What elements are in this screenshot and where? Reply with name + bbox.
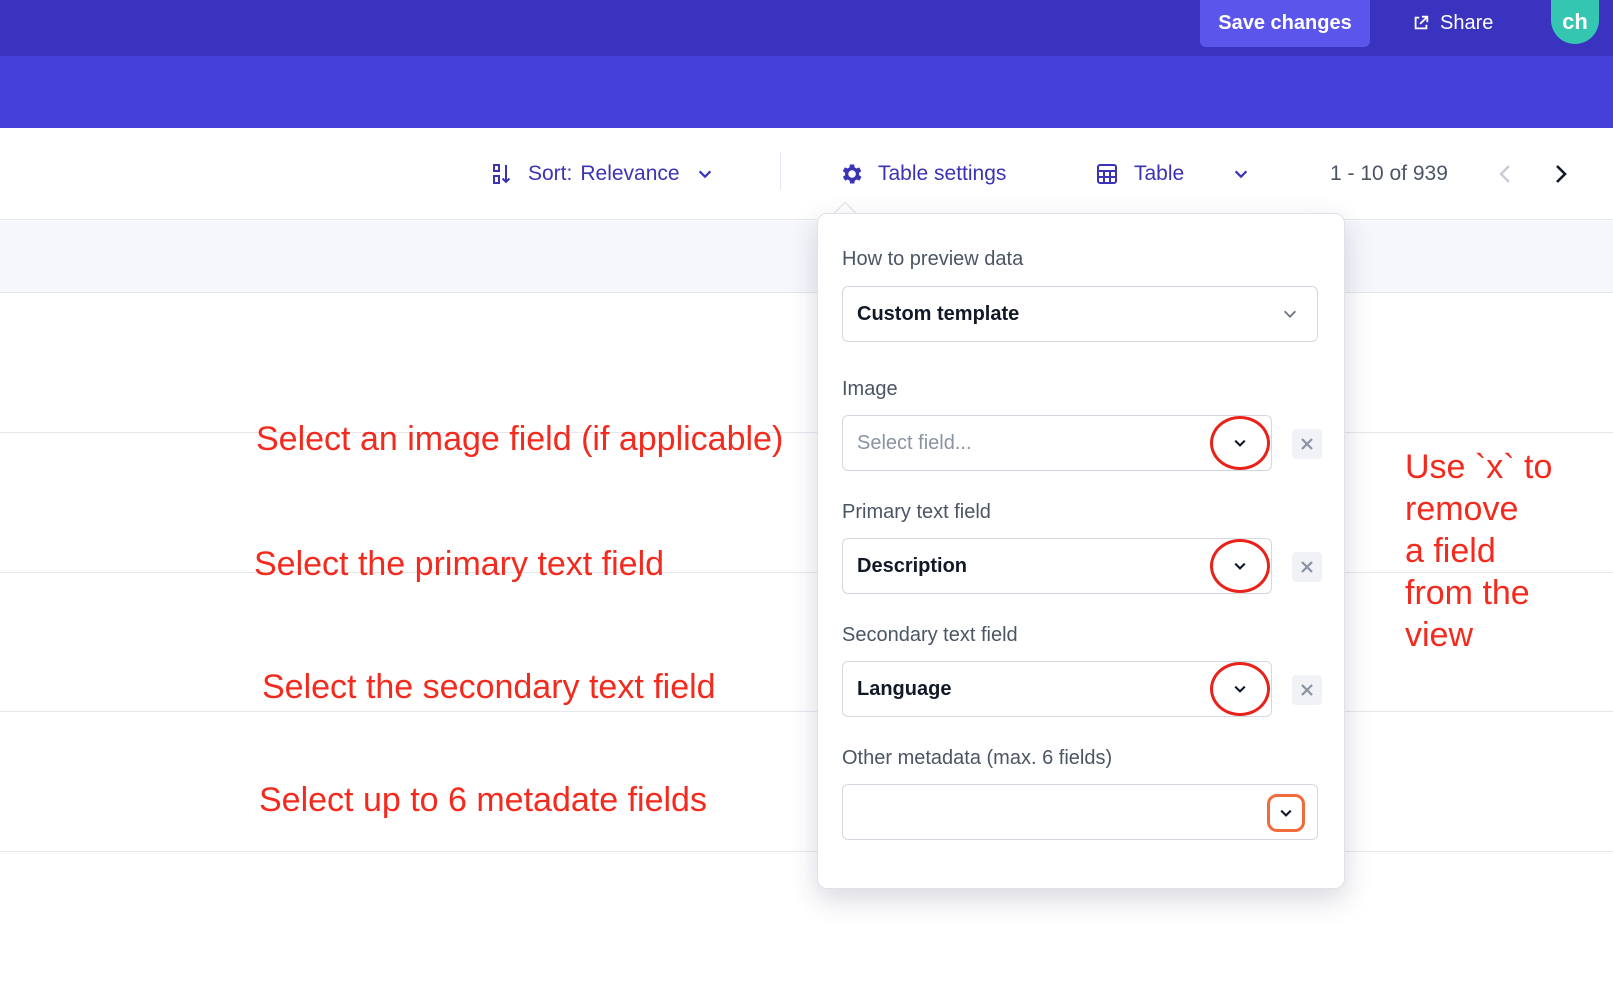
secondary-text-chevron[interactable] <box>1210 662 1270 716</box>
view-mode-label: Table <box>1134 162 1185 185</box>
secondary-text-value: Language <box>857 677 952 700</box>
preview-label: How to preview data <box>842 248 1024 270</box>
share-label: Share <box>1440 11 1494 34</box>
annotation-remove-line: a field <box>1405 532 1496 570</box>
annotation-remove-line: remove <box>1405 490 1519 528</box>
chevron-down-icon <box>1234 685 1246 693</box>
row-divider <box>0 432 1613 433</box>
gear-icon <box>842 164 862 184</box>
top-app-bar <box>0 0 1613 56</box>
table-grid-icon <box>1097 164 1117 184</box>
share-button[interactable]: Share <box>1412 8 1493 38</box>
annotation-remove-line: view <box>1405 616 1474 654</box>
annotation-remove-line: from the <box>1405 574 1530 612</box>
chevron-left-icon[interactable] <box>1494 162 1518 186</box>
save-changes-button[interactable]: Save changes <box>1200 0 1370 47</box>
table-header-row <box>0 221 1613 293</box>
primary-text-select[interactable]: Description <box>842 538 1272 594</box>
annotation-remove: Use `x` to remove a field from the view <box>1405 446 1552 656</box>
sort-dropdown[interactable]: Sort: Relevance <box>492 128 714 220</box>
primary-text-value: Description <box>857 554 968 577</box>
header-band <box>0 56 1613 128</box>
preview-mode-select[interactable]: Custom template <box>842 286 1318 342</box>
results-toolbar: Sort: Relevance Table settings Table 1 -… <box>0 128 1613 220</box>
row-divider <box>0 851 1613 852</box>
image-field-select[interactable]: Select field... <box>842 415 1272 471</box>
annotation-metadata: Select up to 6 metadate fields <box>259 781 707 819</box>
primary-text-chevron[interactable] <box>1210 539 1270 593</box>
secondary-text-label: Secondary text field <box>842 624 1018 646</box>
primary-text-label: Primary text field <box>842 501 991 523</box>
annotation-primary: Select the primary text field <box>254 545 665 583</box>
image-field-chevron[interactable] <box>1210 416 1270 470</box>
image-label: Image <box>842 378 898 400</box>
chevron-down-icon <box>698 170 711 179</box>
view-mode-chevron[interactable] <box>1232 128 1250 220</box>
sort-prefix: Sort: <box>528 162 573 185</box>
sort-value: Relevance <box>580 162 680 185</box>
pagination-text: 1 - 10 of 939 <box>1330 162 1448 185</box>
close-icon <box>1301 561 1313 573</box>
image-field-placeholder: Select field... <box>857 431 972 454</box>
metadata-chevron[interactable] <box>1267 794 1305 832</box>
chevron-down-icon <box>1280 809 1292 817</box>
metadata-fields-select[interactable] <box>842 784 1318 840</box>
view-mode-dropdown[interactable]: Table <box>1096 128 1184 220</box>
row-divider <box>0 711 1613 712</box>
annotation-image: Select an image field (if applicable) <box>256 420 784 458</box>
remove-primary-field-button[interactable] <box>1292 552 1322 582</box>
secondary-text-select[interactable]: Language <box>842 661 1272 717</box>
table-settings-label: Table settings <box>878 162 1007 185</box>
row-divider <box>0 572 1613 573</box>
chevron-down-icon <box>1234 562 1246 570</box>
table-settings-button[interactable]: Table settings <box>838 128 1006 220</box>
metadata-label: Other metadata (max. 6 fields) <box>842 747 1113 769</box>
table-settings-popover: How to preview data Custom template Imag… <box>817 213 1345 889</box>
annotation-secondary: Select the secondary text field <box>262 668 716 706</box>
chevron-right-icon[interactable] <box>1548 162 1572 186</box>
sort-icon <box>493 164 511 184</box>
close-icon <box>1301 684 1313 696</box>
toolbar-divider <box>780 152 781 190</box>
close-icon <box>1301 438 1313 450</box>
external-link-icon <box>1414 15 1429 30</box>
remove-image-field-button[interactable] <box>1292 429 1322 459</box>
chevron-down-icon <box>1234 439 1246 447</box>
preview-mode-value: Custom template <box>857 302 1020 325</box>
chevron-down-icon <box>1283 310 1297 318</box>
chevron-down-icon <box>1234 170 1248 179</box>
remove-secondary-field-button[interactable] <box>1292 675 1322 705</box>
annotation-remove-line: Use `x` to <box>1405 448 1553 486</box>
